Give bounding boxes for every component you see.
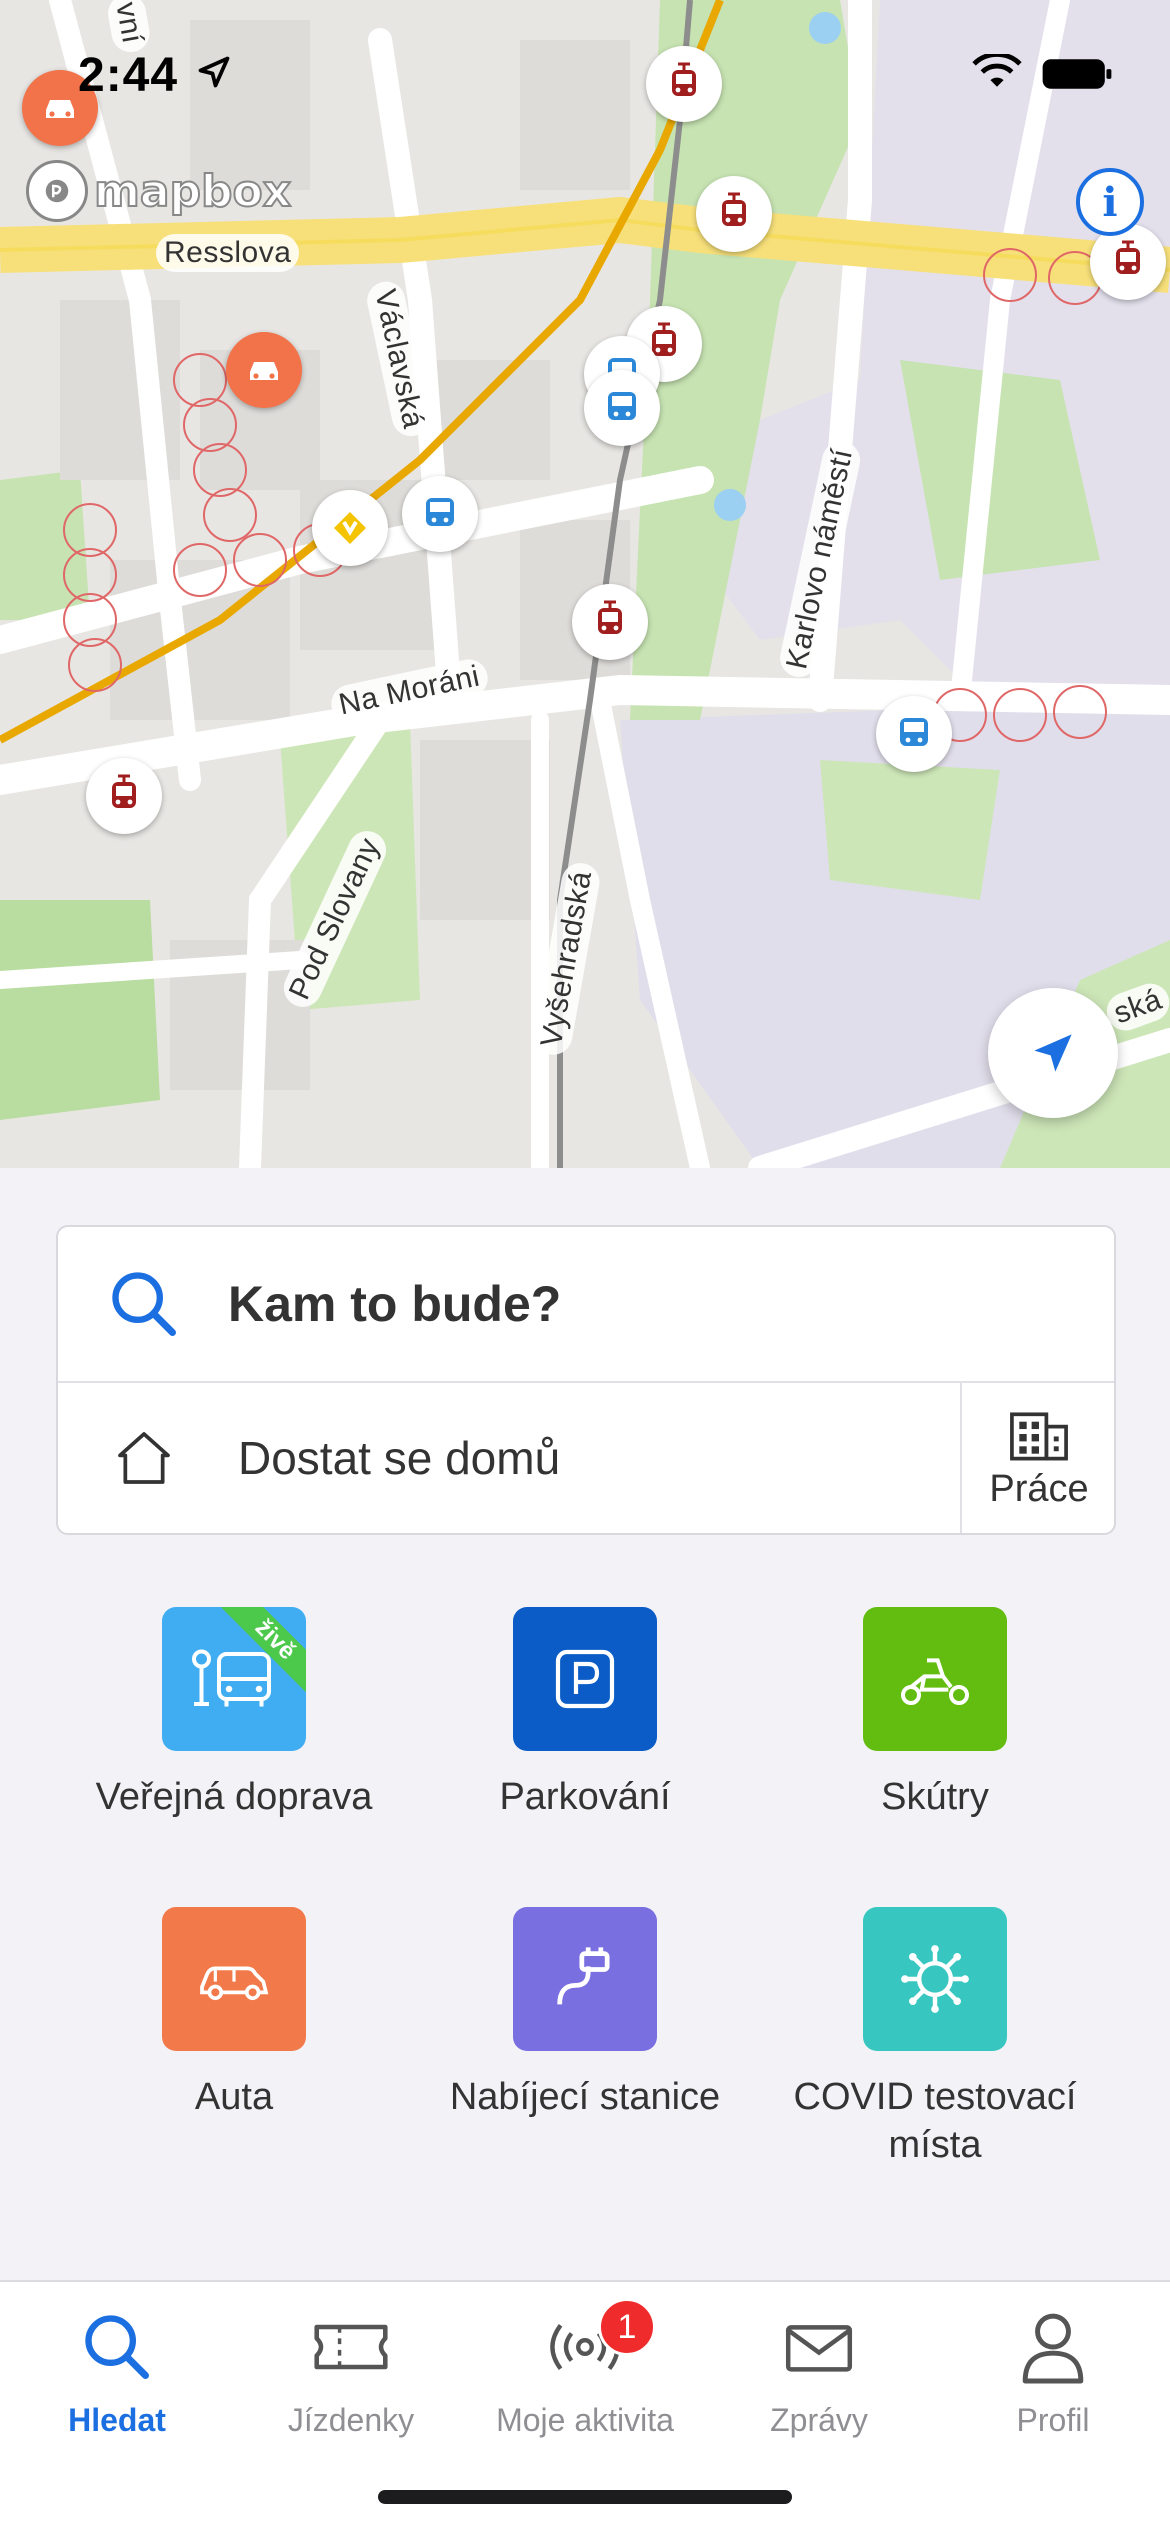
car-icon	[250, 362, 278, 380]
home-indicator	[378, 2490, 792, 2504]
charging-plug-icon	[557, 1947, 610, 2005]
scooter-icon	[901, 1658, 969, 1705]
metro-station-pin[interactable]	[312, 490, 388, 566]
public-transport-tile: živě	[162, 1607, 306, 1751]
go-home-label: Dostat se domů	[238, 1432, 561, 1484]
search-icon	[85, 2315, 149, 2379]
category-covid-testing[interactable]: COVID testovací místa	[755, 1907, 1115, 2169]
battery-icon	[1042, 59, 1112, 89]
mail-icon	[785, 2325, 853, 2372]
tab-label: Jízdenky	[287, 2402, 415, 2438]
bus-stop-pin[interactable]	[584, 370, 660, 446]
location-arrow-icon	[198, 56, 230, 88]
category-cars[interactable]: Auta	[54, 1907, 414, 2121]
locate-me-button[interactable]	[988, 988, 1118, 1118]
status-bar: 2:44	[0, 0, 1170, 140]
category-label: Auta	[194, 2076, 274, 2118]
cars-tile	[162, 1907, 306, 2051]
bus-stop-icon	[192, 1649, 271, 1707]
map-info-button[interactable]: i	[1076, 168, 1144, 236]
tab-label: Moje aktivita	[496, 2402, 674, 2438]
parking-icon	[555, 1649, 615, 1709]
mapbox-logo-text: mapbox	[93, 165, 292, 218]
category-parking[interactable]: Parkování	[405, 1607, 765, 1821]
tab-label: Profil	[1016, 2402, 1090, 2438]
virus-icon	[901, 1945, 969, 2013]
category-label: COVID testovací místa	[793, 2076, 1077, 2166]
profile-icon	[1022, 2313, 1084, 2384]
navigation-arrow-icon	[1034, 1034, 1072, 1072]
notification-badge: 1	[598, 2298, 656, 2356]
bus-icon	[608, 392, 636, 420]
tab-label: Zprávy	[770, 2402, 868, 2438]
work-button[interactable]: Práce	[960, 1383, 1114, 1533]
status-time: 2:44	[78, 49, 179, 102]
work-label: Práce	[989, 1467, 1089, 1510]
tab-label: Hledat	[68, 2402, 166, 2438]
bus-icon	[426, 498, 454, 526]
tram-icon	[1116, 240, 1140, 274]
map-view[interactable]: Resslova Václavská Na Moráni Karlovo nám…	[0, 0, 1170, 1168]
category-label: Parkování	[499, 1776, 671, 1818]
tab-profile[interactable]: Profil	[936, 2306, 1170, 2439]
category-label: Veřejná doprava	[95, 1776, 373, 1818]
mapbox-logo-icon	[26, 160, 88, 222]
search-card: Kam to bude? Dostat se domů Práce	[56, 1225, 1116, 1535]
search-field[interactable]: Kam to bude?	[58, 1227, 1114, 1383]
office-building-icon	[1010, 1411, 1068, 1460]
car-icon	[200, 1966, 269, 2001]
tram-icon	[722, 192, 746, 226]
tab-tickets[interactable]: Jízdenky	[234, 2306, 468, 2439]
info-icon: i	[1102, 178, 1118, 226]
street-label-resslova: Resslova	[156, 234, 300, 272]
wifi-icon	[972, 54, 1022, 87]
covid-tile	[863, 1907, 1007, 2051]
car-sharing-pin[interactable]	[226, 332, 302, 408]
search-placeholder: Kam to bude?	[228, 1276, 562, 1332]
tram-icon	[598, 600, 622, 634]
charging-tile	[513, 1907, 657, 2051]
tab-search[interactable]: Hledat	[0, 2306, 234, 2439]
go-home-button[interactable]: Dostat se domů	[58, 1383, 958, 1533]
bus-icon	[900, 718, 928, 746]
parking-tile	[513, 1607, 657, 1751]
search-icon	[112, 1272, 176, 1336]
bus-stop-pin[interactable]	[876, 696, 952, 772]
tram-stop-pin[interactable]	[572, 584, 648, 660]
ticket-icon	[314, 2324, 388, 2370]
category-label: Nabíjecí stanice	[449, 2076, 721, 2118]
home-icon	[118, 1432, 170, 1484]
tram-icon	[112, 774, 136, 808]
tab-my-activity[interactable]: 1 Moje aktivita	[468, 2298, 702, 2439]
tram-stop-pin[interactable]	[86, 758, 162, 834]
metro-icon	[334, 512, 366, 544]
scooters-tile	[863, 1607, 1007, 1751]
category-public-transport[interactable]: živě Veřejná doprava	[54, 1607, 414, 1821]
category-scooters[interactable]: Skútry	[755, 1607, 1115, 1821]
mapbox-attribution[interactable]: mapbox	[26, 160, 292, 222]
tram-stop-pin[interactable]	[1090, 224, 1166, 300]
tab-messages[interactable]: Zprávy	[702, 2306, 936, 2439]
category-charging-stations[interactable]: Nabíjecí stanice	[405, 1907, 765, 2121]
tram-stop-pin[interactable]	[696, 176, 772, 252]
category-label: Skútry	[881, 1776, 989, 1818]
bus-stop-pin[interactable]	[402, 476, 478, 552]
